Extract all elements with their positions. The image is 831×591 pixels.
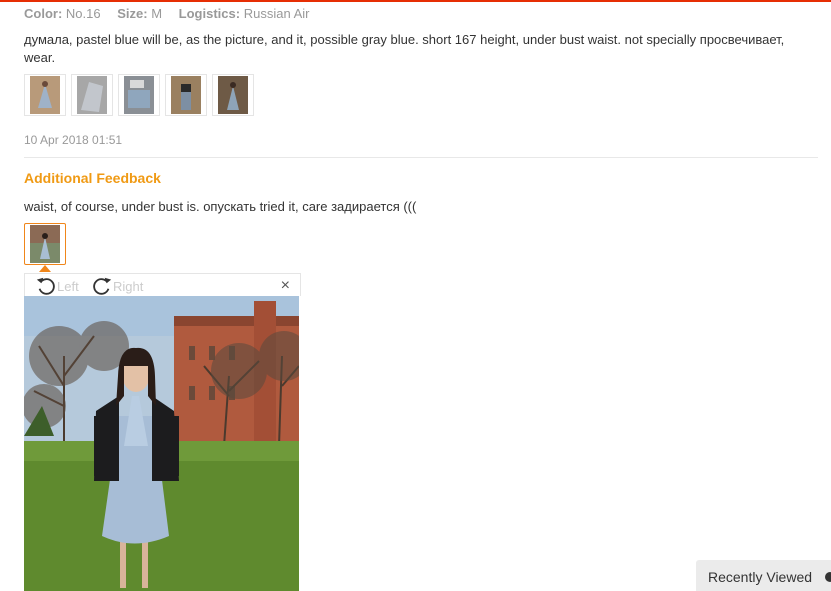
rotate-right-button[interactable]: Right xyxy=(91,275,143,297)
size-value: M xyxy=(151,6,163,21)
review-photo-enlarged xyxy=(24,296,299,591)
review-thumbnails xyxy=(24,74,254,116)
review-photo-1 xyxy=(30,76,60,114)
additional-feedback-thumbnail[interactable] xyxy=(24,223,66,265)
recently-viewed-icon xyxy=(825,572,831,582)
rotate-right-icon xyxy=(93,277,112,295)
selected-thumbnail-caret xyxy=(39,265,51,272)
additional-photo-thumb xyxy=(30,225,60,263)
color-label: Color: xyxy=(24,6,63,21)
review-thumbnail[interactable] xyxy=(212,74,254,116)
rotate-left-label: Left xyxy=(57,278,79,294)
review-photo-2 xyxy=(77,76,107,114)
color-value: No.16 xyxy=(65,6,101,21)
additional-feedback-title: Additional Feedback xyxy=(24,170,161,186)
review-photo-3 xyxy=(124,76,154,114)
order-attributes: Color: No.16 Size: M Logistics: Russian … xyxy=(24,6,322,21)
review-text: думала, pastel blue will be, as the pict… xyxy=(24,32,785,65)
review-thumbnail[interactable] xyxy=(24,74,66,116)
rotate-left-icon xyxy=(36,277,55,295)
rotate-left-button[interactable]: Left xyxy=(35,275,79,297)
logistics-label: Logistics: xyxy=(178,6,241,21)
additional-feedback-text: waist, of course, under bust is. опускат… xyxy=(24,199,417,214)
image-viewer-toolbar: Left Right × xyxy=(24,273,301,296)
logistics-value: Russian Air xyxy=(243,6,310,21)
review-date: 10 Apr 2018 01:51 xyxy=(24,133,123,147)
review-photo-5 xyxy=(218,76,248,114)
review-thumbnail[interactable] xyxy=(118,74,160,116)
divider xyxy=(24,157,818,158)
review-thumbnail[interactable] xyxy=(71,74,113,116)
recently-viewed-label: Recently Viewed xyxy=(708,569,813,585)
top-accent-line xyxy=(0,0,831,2)
review-photo-4 xyxy=(171,76,201,114)
close-viewer-button[interactable]: × xyxy=(281,277,290,295)
review-thumbnail[interactable] xyxy=(165,74,207,116)
rotate-right-label: Right xyxy=(113,278,144,294)
woman-in-park-photo xyxy=(24,296,299,591)
recently-viewed-tab[interactable]: Recently Viewed xyxy=(696,560,831,591)
size-label: Size: xyxy=(117,6,148,21)
